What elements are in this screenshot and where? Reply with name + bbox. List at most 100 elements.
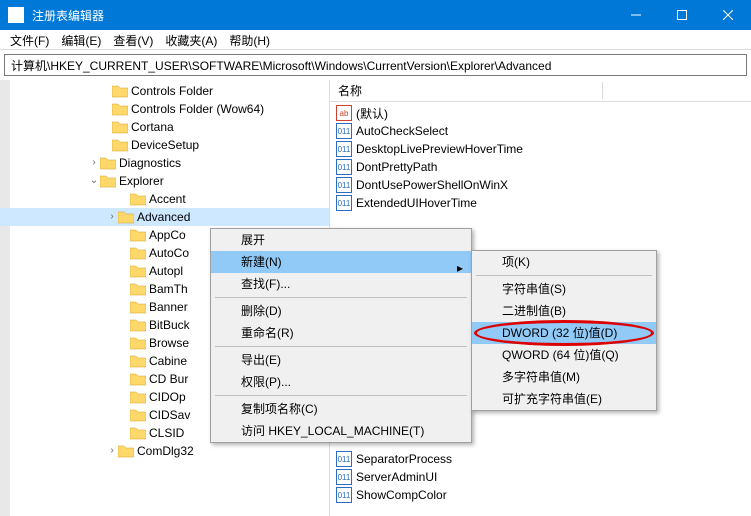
- menu-item-label: 访问 HKEY_LOCAL_MACHINE(T): [241, 424, 424, 438]
- dword-value-icon: 011: [336, 123, 352, 139]
- tree-item[interactable]: DeviceSetup: [0, 136, 329, 154]
- menu-item[interactable]: 展开: [211, 229, 471, 251]
- value-row[interactable]: 011 AutoCheckSelect: [330, 122, 751, 140]
- menu-help[interactable]: 帮助(H): [223, 32, 276, 47]
- menu-separator: [476, 275, 652, 276]
- menu-item-label: 导出(E): [241, 353, 281, 367]
- menu-item[interactable]: 访问 HKEY_LOCAL_MACHINE(T): [211, 420, 471, 442]
- tree-item-label: Controls Folder (Wow64): [131, 100, 264, 118]
- tree-item[interactable]: › ComDlg32: [0, 442, 329, 460]
- maximize-button[interactable]: [659, 0, 705, 30]
- expand-icon[interactable]: ›: [88, 154, 100, 172]
- dword-value-icon: 011: [336, 141, 352, 157]
- menu-file[interactable]: 文件(F): [4, 32, 55, 47]
- value-row[interactable]: 011 ServerAdminUI: [330, 468, 751, 486]
- folder-icon: [112, 138, 128, 152]
- value-row[interactable]: 011 SeparatorProcess: [330, 450, 751, 468]
- menu-item[interactable]: 删除(D): [211, 300, 471, 322]
- value-name: AutoCheckSelect: [356, 124, 448, 138]
- window-controls: [613, 0, 751, 30]
- value-name: SeparatorProcess: [356, 452, 452, 466]
- tree-item-label: Banner: [149, 298, 188, 316]
- tree-item[interactable]: › Advanced: [0, 208, 329, 226]
- menu-item[interactable]: 复制项名称(C): [211, 398, 471, 420]
- tree-item-label: Cabine: [149, 352, 187, 370]
- menu-item[interactable]: DWORD (32 位)值(D): [472, 322, 656, 344]
- value-name: ExtendedUIHoverTime: [356, 196, 477, 210]
- minimize-button[interactable]: [613, 0, 659, 30]
- tree-item-label: Diagnostics: [119, 154, 181, 172]
- dword-value-icon: 011: [336, 469, 352, 485]
- tree-item-label: Advanced: [137, 208, 190, 226]
- values-header[interactable]: 名称: [330, 80, 751, 102]
- menu-item[interactable]: 查找(F)...: [211, 273, 471, 295]
- app-icon: [8, 7, 24, 23]
- tree-item[interactable]: ⌄ Explorer: [0, 172, 329, 190]
- collapse-icon[interactable]: ⌄: [88, 172, 100, 190]
- menu-item[interactable]: 二进制值(B): [472, 300, 656, 322]
- titlebar: 注册表编辑器: [0, 0, 751, 30]
- menu-item-label: 展开: [241, 233, 265, 247]
- value-row[interactable]: 011 DesktopLivePreviewHoverTime: [330, 140, 751, 158]
- value-row[interactable]: 011 ExtendedUIHoverTime: [330, 194, 751, 212]
- tree-item-label: BitBuck: [149, 316, 190, 334]
- folder-icon: [130, 264, 146, 278]
- menu-item[interactable]: 权限(P)...: [211, 371, 471, 393]
- menu-item[interactable]: 导出(E): [211, 349, 471, 371]
- address-bar[interactable]: 计算机\HKEY_CURRENT_USER\SOFTWARE\Microsoft…: [4, 54, 747, 76]
- expand-icon[interactable]: ›: [106, 442, 118, 460]
- menu-separator: [215, 297, 467, 298]
- tree-item-label: Explorer: [119, 172, 164, 190]
- value-row[interactable]: 011 ShowCompColor: [330, 486, 751, 504]
- menu-view[interactable]: 查看(V): [107, 32, 159, 47]
- menu-item-label: DWORD (32 位)值(D): [502, 326, 617, 340]
- value-name: DontUsePowerShellOnWinX: [356, 178, 508, 192]
- value-row[interactable]: 011DontPrettyPath: [330, 158, 751, 176]
- menu-item[interactable]: QWORD (64 位)值(Q): [472, 344, 656, 366]
- folder-icon: [130, 246, 146, 260]
- value-row[interactable]: 011DontUsePowerShellOnWinX: [330, 176, 751, 194]
- value-name: DontPrettyPath: [356, 160, 437, 174]
- tree-item[interactable]: Accent: [0, 190, 329, 208]
- tree-item-label: Browse: [149, 334, 189, 352]
- context-menu[interactable]: 展开新建(N)▸查找(F)... 删除(D) 重命名(R) 导出(E) 权限(P)...…: [210, 228, 472, 443]
- menu-item[interactable]: 项(K): [472, 251, 656, 273]
- tree-item-label: ComDlg32: [137, 442, 194, 460]
- dword-value-icon: 011: [336, 487, 352, 503]
- value-name: DesktopLivePreviewHoverTime: [356, 142, 523, 156]
- menu-item[interactable]: 新建(N)▸: [211, 251, 471, 273]
- tree-item-label: DeviceSetup: [131, 136, 199, 154]
- value-name: ShowCompColor: [356, 488, 447, 502]
- value-row[interactable]: ab(默认): [330, 104, 751, 122]
- folder-icon: [130, 228, 146, 242]
- tree-item-label: CIDOp: [149, 388, 186, 406]
- tree-item-label: Accent: [149, 190, 186, 208]
- menu-item-label: 删除(D): [241, 304, 282, 318]
- menu-item[interactable]: 可扩充字符串值(E): [472, 388, 656, 410]
- expand-icon[interactable]: ›: [106, 208, 118, 226]
- tree-item[interactable]: › Diagnostics: [0, 154, 329, 172]
- dword-value-icon: 011: [336, 451, 352, 467]
- value-name: ServerAdminUI: [356, 470, 437, 484]
- close-button[interactable]: [705, 0, 751, 30]
- tree-item[interactable]: Controls Folder: [0, 82, 329, 100]
- menu-item[interactable]: 重命名(R): [211, 322, 471, 344]
- menu-edit[interactable]: 编辑(E): [55, 32, 107, 47]
- context-submenu[interactable]: 项(K) 字符串值(S)二进制值(B) DWORD (32 位)值(D) QWORD …: [471, 250, 657, 411]
- folder-icon: [130, 372, 146, 386]
- folder-icon: [100, 174, 116, 188]
- menu-item[interactable]: 字符串值(S): [472, 278, 656, 300]
- menu-favorites[interactable]: 收藏夹(A): [159, 32, 223, 47]
- folder-icon: [130, 408, 146, 422]
- menu-item-label: 项(K): [502, 255, 530, 269]
- dword-value-icon: 011: [336, 195, 352, 211]
- window-title: 注册表编辑器: [32, 7, 613, 24]
- column-name[interactable]: 名称: [338, 82, 603, 99]
- tree-item[interactable]: Controls Folder (Wow64): [0, 100, 329, 118]
- folder-icon: [100, 156, 116, 170]
- tree-item-label: BamTh: [149, 280, 188, 298]
- menu-item[interactable]: 多字符串值(M): [472, 366, 656, 388]
- tree-item[interactable]: Cortana: [0, 118, 329, 136]
- folder-icon: [130, 354, 146, 368]
- folder-icon: [130, 336, 146, 350]
